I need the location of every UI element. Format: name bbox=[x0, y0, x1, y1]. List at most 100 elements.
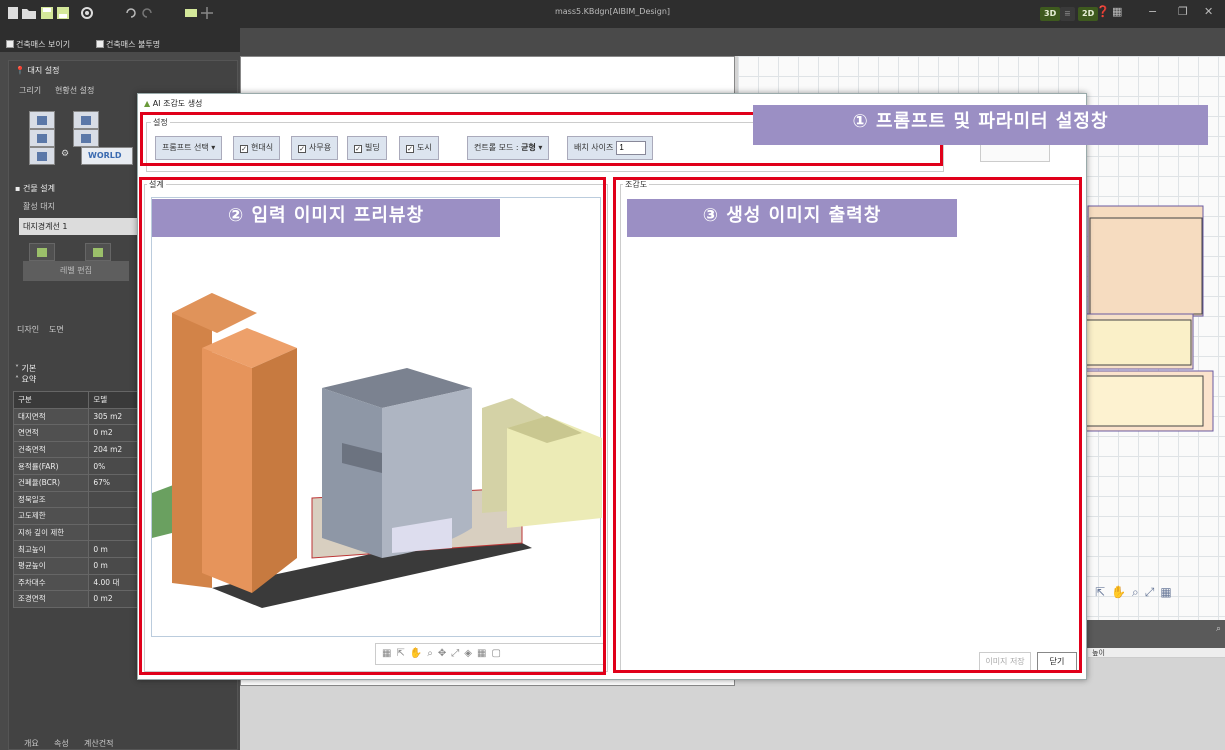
level-edit-button[interactable]: 레벨 편집 bbox=[23, 261, 129, 281]
table-row: 건폐율(BCR) 67% bbox=[12, 473, 141, 492]
row-label: 용적률(FAR) bbox=[12, 457, 90, 475]
row-value: 0 m bbox=[88, 540, 141, 558]
table-row: 건축면적 204 m2 bbox=[12, 440, 141, 459]
world-label: WORLD bbox=[88, 151, 122, 160]
table-row: 고도제한 bbox=[12, 507, 141, 525]
table-row: 용적률(FAR) 0% bbox=[12, 457, 141, 475]
tab-design[interactable]: 디자인 bbox=[17, 324, 39, 335]
row-label: 연면적 bbox=[12, 424, 90, 442]
location-pin-icon: 📍 bbox=[15, 66, 25, 75]
row-label: 건축면적 bbox=[12, 440, 90, 459]
add-floor-tool[interactable] bbox=[29, 243, 55, 261]
offset-icon bbox=[37, 134, 47, 143]
grid-icon bbox=[81, 116, 91, 125]
summary-label: 요약 bbox=[21, 375, 37, 384]
summary-header-model: 모델 bbox=[88, 391, 141, 409]
row-label: 정북일조 bbox=[12, 490, 90, 509]
mass-opaque-checkbox[interactable]: 건축매스 불투명 bbox=[96, 39, 160, 50]
tab-draw[interactable]: 그리기 bbox=[19, 85, 41, 96]
basic-label: 기본 bbox=[21, 364, 37, 373]
dialog-title-text: AI 조감도 생성 bbox=[152, 99, 203, 108]
view-separator-icon: ≡ bbox=[1060, 7, 1075, 21]
row-value: 0 m2 bbox=[88, 424, 141, 442]
row-value bbox=[88, 507, 141, 525]
bottom-tabs: 개요 속성 계산건적 bbox=[8, 734, 238, 750]
table-row: 평균높이 0 m bbox=[12, 556, 141, 575]
tab-overview[interactable]: 개요 bbox=[24, 738, 39, 749]
show-mass-label: 건축매스 보이기 bbox=[16, 40, 71, 49]
row-value bbox=[88, 523, 141, 542]
row-value: 0 m2 bbox=[88, 590, 141, 608]
close-icon[interactable]: ✕ bbox=[1204, 5, 1213, 18]
row-value: 305 m2 bbox=[88, 407, 141, 426]
tab-drawing[interactable]: 도면 bbox=[49, 324, 64, 335]
help-icon[interactable]: ❓ bbox=[1096, 5, 1110, 18]
view-3d-button[interactable]: 3D bbox=[1040, 7, 1061, 21]
row-value: 0% bbox=[88, 457, 141, 475]
dialog-title: ▲ AI 조감도 생성 bbox=[144, 98, 202, 109]
site-grid-tool[interactable] bbox=[73, 111, 99, 129]
pan-icon[interactable]: ✋ bbox=[1111, 585, 1132, 599]
minimize-icon[interactable]: − bbox=[1148, 5, 1157, 18]
table-row: 지하 깊이 제한 bbox=[12, 523, 141, 542]
grid-toggle-icon[interactable]: ▦ bbox=[1160, 585, 1177, 599]
search-icon[interactable]: ⌕ bbox=[1216, 624, 1221, 634]
building-design-header[interactable]: ▪ 건물 설계 bbox=[15, 183, 55, 194]
polygon-icon bbox=[37, 116, 47, 125]
summary-section-header[interactable]: ˄ 요약 bbox=[15, 374, 36, 385]
zoom-box-icon[interactable]: ⌕ bbox=[1132, 585, 1145, 599]
row-label: 주차대수 bbox=[12, 573, 90, 592]
site-setting-header[interactable]: 📍 대지 설정 bbox=[15, 65, 60, 76]
properties-strip: ⌕ bbox=[1085, 620, 1225, 648]
select-icon[interactable]: ⇱ bbox=[1095, 585, 1111, 599]
row-label: 평균높이 bbox=[12, 556, 90, 575]
row-label: 조경면적 bbox=[12, 590, 90, 608]
floor-icon bbox=[37, 248, 47, 257]
summary-header-category: 구분 bbox=[12, 391, 90, 409]
stack-floor-tool[interactable] bbox=[85, 243, 111, 261]
zoom-extent-icon[interactable]: ⤢ bbox=[1145, 585, 1161, 599]
table-row: 조경면적 0 m2 bbox=[12, 590, 141, 608]
settings-gear-icon[interactable]: ⚙ bbox=[61, 149, 69, 159]
mass-checkbar: 건축매스 보이기 건축매스 불투명 bbox=[0, 28, 240, 52]
row-value: 4.00 대 bbox=[88, 573, 141, 592]
road-icon bbox=[81, 134, 91, 143]
callout-input-preview: ② 입력 이미지 프리뷰창 bbox=[152, 199, 500, 237]
tab-calculation[interactable]: 계산건적 bbox=[84, 738, 113, 749]
tab-current-line[interactable]: 현황선 설정 bbox=[55, 85, 94, 96]
building-icon: ▪ bbox=[15, 184, 21, 193]
title-bar: mass5.KBdgn[AIBIM_Design] 3D ≡ 2D ❓ ▦ − … bbox=[0, 0, 1225, 28]
display-icon[interactable]: ▦ bbox=[1112, 5, 1122, 18]
checkbox-icon bbox=[6, 40, 14, 48]
row-label: 고도제한 bbox=[12, 507, 90, 525]
active-site-label: 활성 대지 bbox=[23, 202, 55, 211]
output-highlight-box bbox=[613, 177, 1082, 673]
input-preview-highlight-box bbox=[139, 177, 606, 675]
table-row: 대지면적 305 m2 bbox=[12, 407, 141, 426]
measure-icon bbox=[37, 152, 47, 161]
site-offset-tool[interactable] bbox=[29, 129, 55, 147]
plan-toolbar: ⇱✋⌕⤢▦ bbox=[1095, 585, 1225, 605]
restore-icon[interactable]: ❐ bbox=[1178, 5, 1188, 18]
table-row: 연면적 0 m2 bbox=[12, 424, 141, 442]
building-design-label: 건물 설계 bbox=[22, 184, 55, 193]
site-measure-tool[interactable] bbox=[29, 147, 55, 165]
show-mass-checkbox[interactable]: 건축매스 보이기 bbox=[6, 39, 70, 50]
tab-properties[interactable]: 속성 bbox=[54, 738, 69, 749]
stack-icon bbox=[93, 248, 103, 257]
basic-section-header[interactable]: ˅ 기본 bbox=[15, 363, 36, 374]
site-road-tool[interactable] bbox=[73, 129, 99, 147]
table-row: 최고높이 0 m bbox=[12, 540, 141, 558]
table-row: 주차대수 4.00 대 bbox=[12, 573, 141, 592]
site-draw-tool[interactable] bbox=[29, 111, 55, 129]
checkbox-icon bbox=[96, 40, 104, 48]
row-value: 204 m2 bbox=[88, 440, 141, 459]
summary-table: 구분 모델 대지면적 305 m2 연면적 0 m2 건축면적 204 m2 용적률(… bbox=[12, 391, 141, 608]
row-label: 최고높이 bbox=[12, 540, 90, 558]
row-value bbox=[88, 490, 141, 509]
site-setting-label: 대지 설정 bbox=[27, 66, 60, 75]
world-button[interactable]: WORLD bbox=[81, 147, 133, 165]
row-value: 67% bbox=[88, 473, 141, 492]
active-site-select[interactable]: 대지경계선 1 bbox=[19, 218, 139, 235]
properties-header-row: 높이 bbox=[1088, 648, 1225, 658]
